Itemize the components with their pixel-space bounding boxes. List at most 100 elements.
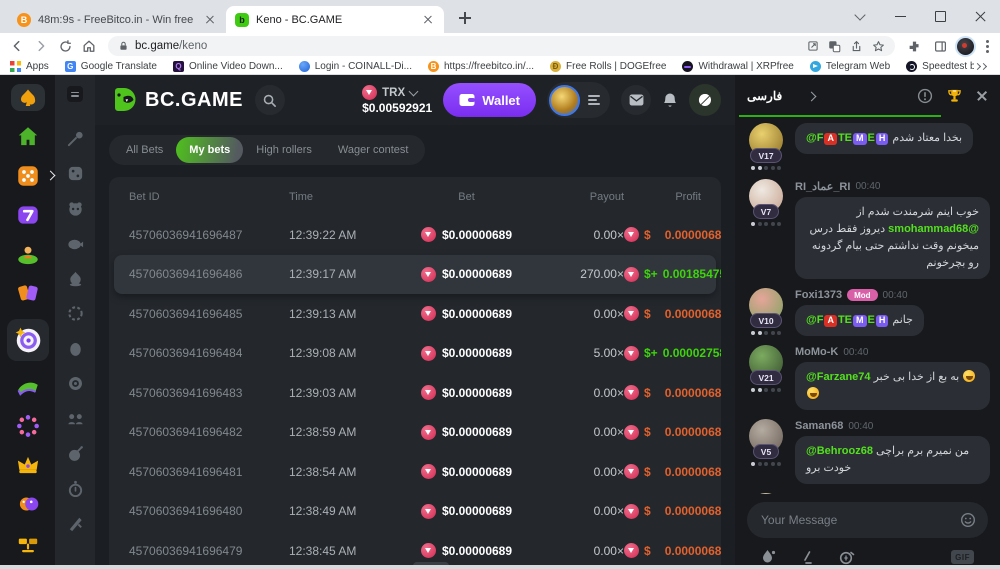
bookmark-item[interactable]: Ð Free Rolls | DOGEfree — [550, 61, 666, 72]
sidebar-item-casino[interactable] — [15, 163, 41, 189]
gif-button[interactable]: GIF — [951, 550, 974, 564]
home-icon[interactable] — [78, 35, 100, 57]
window-menu-chevron-icon[interactable] — [840, 0, 880, 33]
sidebar-item-roulette[interactable] — [15, 413, 41, 439]
mini-game-icon-dice[interactable] — [65, 163, 85, 183]
sidebar-item-sports[interactable] — [15, 374, 41, 400]
spade-logo-button[interactable] — [11, 84, 45, 111]
user-mention[interactable]: @Farzane74 — [806, 371, 871, 383]
browser-tab-bcgame[interactable]: b Keno - BC.GAME — [226, 6, 444, 33]
chat-contest-button[interactable] — [946, 88, 963, 105]
tab-my-bets[interactable]: My bets — [176, 137, 243, 163]
close-tab-icon[interactable] — [421, 13, 435, 27]
address-bar[interactable]: bc.game/keno — [108, 36, 895, 56]
table-row[interactable]: 45706036941696481 12:38:54 AM $0.0000068… — [109, 452, 721, 492]
forward-icon[interactable] — [30, 35, 52, 57]
bookmarks-overflow-icon[interactable] — [974, 61, 990, 72]
user-mention[interactable]: @Behrooz68 — [806, 445, 873, 457]
user-avatar[interactable] — [549, 85, 580, 116]
reload-icon[interactable] — [54, 35, 76, 57]
user-mention[interactable]: E — [868, 132, 875, 144]
messages-button[interactable] — [621, 85, 651, 115]
search-button[interactable] — [255, 85, 285, 115]
mini-game-icon-dagger[interactable] — [65, 513, 85, 533]
back-icon[interactable] — [6, 35, 28, 57]
table-row[interactable]: 45706036941696486 12:39:17 AM $0.0000068… — [114, 255, 716, 295]
message-input-box[interactable] — [747, 502, 988, 538]
chat-sound-toggle[interactable] — [689, 84, 721, 116]
browser-tab-freebitco[interactable]: B 48m:9s - FreeBitco.in - Win free l — [8, 6, 226, 33]
minimize-window-button[interactable] — [880, 0, 920, 33]
bookmark-item[interactable]: Login - COINALL-Di... — [299, 61, 412, 72]
user-mention[interactable]: E — [868, 314, 875, 326]
close-chat-icon[interactable] — [976, 90, 988, 102]
bookmark-item[interactable]: Speedtest by Ookla... — [906, 61, 974, 72]
mini-game-icon-ring[interactable] — [65, 303, 85, 323]
table-row[interactable]: 45706036941696487 12:39:22 AM $0.0000068… — [109, 215, 721, 255]
extensions-puzzle-icon[interactable] — [903, 35, 925, 57]
currency-selector[interactable]: TRX $0.00592921 — [362, 85, 432, 115]
sidebar-item-live-casino[interactable] — [15, 241, 41, 267]
sidebar-item-slots[interactable] — [15, 202, 41, 228]
sidebar-item-promotions[interactable] — [15, 280, 41, 306]
table-row[interactable]: 45706036941696482 12:38:59 AM $0.0000068… — [109, 413, 721, 453]
user-mention[interactable]: @F — [806, 132, 823, 144]
translate-icon[interactable] — [828, 40, 841, 53]
side-panel-icon[interactable] — [929, 35, 951, 57]
mini-game-icon-crowd[interactable] — [65, 408, 85, 428]
tab-all-bets[interactable]: All Bets — [113, 135, 176, 165]
chat-language-tab[interactable]: فارسی — [747, 89, 815, 103]
bookmark-item[interactable]: Apps — [10, 61, 49, 72]
chat-message-list[interactable]: V17 @FATEMEH بخدا معتاد شدم V7 RI_عماد_R… — [735, 117, 1000, 494]
user-menu[interactable] — [547, 82, 610, 118]
bookmark-item[interactable]: Withdrawal | XRPfree — [682, 61, 793, 72]
sidebar-item-vip-club[interactable] — [15, 452, 41, 478]
rain-tip-icon[interactable] — [761, 549, 776, 565]
bookmark-item[interactable]: Telegram Web — [810, 61, 890, 72]
user-mention[interactable]: @smohammad68 — [888, 223, 979, 235]
mini-game-icon-coin[interactable] — [65, 373, 85, 393]
mini-game-icon-egg[interactable] — [65, 338, 85, 358]
mini-game-icon-bomb[interactable] — [65, 443, 85, 463]
close-window-button[interactable] — [960, 0, 1000, 33]
sidebar-item-friends[interactable] — [15, 491, 41, 517]
chat-rules-button[interactable] — [917, 88, 933, 104]
table-row[interactable]: 45706036941696483 12:39:03 AM $0.0000068… — [109, 373, 721, 413]
mini-game-icon-fish[interactable] — [65, 233, 85, 253]
user-mention[interactable]: @F — [806, 314, 823, 326]
new-tab-button[interactable] — [452, 5, 478, 31]
user-mention[interactable]: TE — [838, 132, 852, 144]
sidebar-item-staking[interactable] — [15, 530, 41, 556]
maximize-window-button[interactable] — [920, 0, 960, 33]
bookmark-item[interactable]: B https://freebitco.in/... — [428, 61, 534, 72]
tab-wager-contest[interactable]: Wager contest — [325, 135, 422, 165]
chat-username[interactable]: Saman68 — [795, 420, 843, 432]
mini-game-icon-comet[interactable] — [65, 128, 85, 148]
user-mention[interactable]: TE — [838, 314, 852, 326]
message-input[interactable] — [759, 512, 952, 528]
chat-username[interactable]: RI_عماد_RI — [795, 180, 850, 193]
coin-drop-icon[interactable] — [839, 550, 855, 565]
emoji-icon[interactable] — [960, 512, 976, 528]
tab-high-rollers[interactable]: High rollers — [243, 135, 325, 165]
open-in-new-icon[interactable] — [807, 40, 819, 52]
sidebar-item-home[interactable] — [15, 124, 41, 150]
bookmark-item[interactable]: Q Online Video Down... — [173, 61, 283, 72]
bookmark-star-icon[interactable] — [872, 40, 885, 53]
browser-profile-avatar[interactable] — [955, 36, 976, 57]
mini-game-icon-monkey[interactable] — [65, 198, 85, 218]
wallet-button[interactable]: Wallet — [443, 83, 536, 117]
chat-username[interactable]: MoMo-K — [795, 346, 838, 358]
bcgame-logo[interactable]: BC.GAME — [109, 86, 243, 114]
chat-username[interactable]: Foxi1373 — [795, 289, 842, 301]
sidebar-collapse-button[interactable] — [67, 86, 83, 102]
table-row[interactable]: 45706036941696484 12:39:08 AM $0.0000068… — [109, 334, 721, 374]
close-tab-icon[interactable] — [203, 13, 217, 27]
mini-game-icon-plinko[interactable] — [65, 268, 85, 288]
notifications-button[interactable] — [662, 92, 678, 109]
bookmark-item[interactable]: G Google Translate — [65, 61, 157, 72]
chat-commands-icon[interactable] — [800, 550, 815, 565]
mini-game-icon-stopwatch[interactable] — [65, 478, 85, 498]
sidebar-item-keno[interactable] — [7, 319, 49, 361]
share-icon[interactable] — [850, 40, 863, 53]
